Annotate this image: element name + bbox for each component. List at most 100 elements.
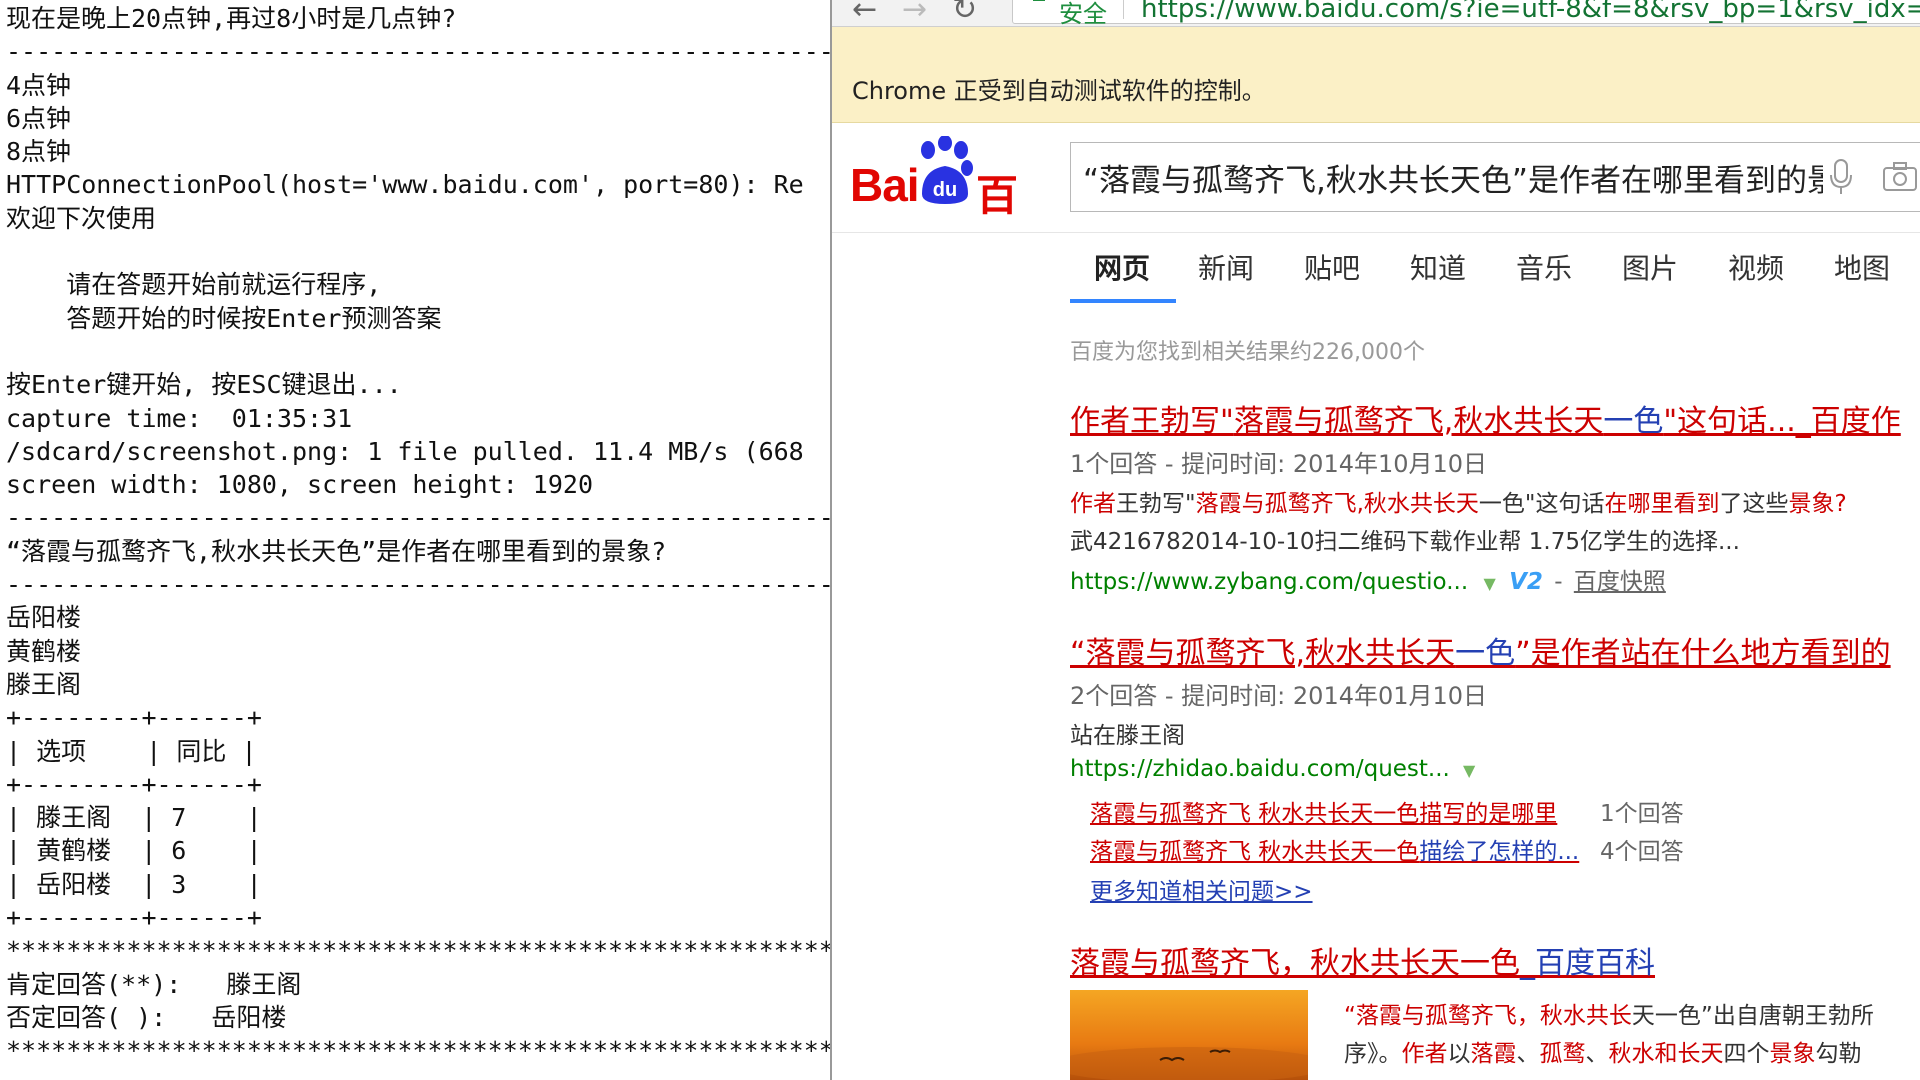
- secure-label: 安全: [1059, 0, 1107, 28]
- result-2-title-part: 一色: [1455, 636, 1516, 671]
- result-2-title-part: “落霞与孤鹜齐飞,秋水共长天: [1070, 636, 1456, 671]
- terminal-line: 6点钟: [6, 103, 72, 133]
- snippet-part: 作者: [1401, 1041, 1448, 1067]
- terminal-line: 请在答题开始前就运行程序,: [6, 270, 382, 300]
- snippet-part: 落霞与孤鹜齐飞,秋水共长天: [1195, 491, 1479, 517]
- tab-webpage[interactable]: 网页: [1094, 247, 1150, 287]
- snippet-part: 秋水共长: [1539, 1003, 1632, 1029]
- tab-zhidao[interactable]: 知道: [1410, 247, 1466, 287]
- result-2-snippet: 站在滕王阁: [1070, 723, 1185, 749]
- result-1-snippet-1: 作者王勃写"落霞与孤鹜齐飞,秋水共长天一色"这句话在哪里看到了这些景象?: [1070, 484, 1847, 518]
- terminal-line: | 选项 | 同比 |: [6, 736, 257, 766]
- terminal-line: ****************************************…: [6, 1036, 830, 1066]
- terminal-line: | 岳阳楼 | 3 |: [6, 869, 262, 899]
- baidu-header: Bai du 百度: [832, 124, 1920, 281]
- camera-icon[interactable]: [1883, 161, 1917, 191]
- more-zhidao-link[interactable]: 更多知道相关问题>>: [1090, 872, 1313, 906]
- related-question-1[interactable]: 落霞与孤鹜齐飞 秋水共长天一色描写的是哪里: [1090, 794, 1557, 828]
- result-1-meta: 1个回答 - 提问时间: 2014年10月10日: [1070, 450, 1488, 478]
- terminal-line: 现在是晚上20点钟,再过8小时是几点钟?: [6, 4, 457, 33]
- terminal-line: ----------------------------------------…: [6, 37, 832, 67]
- terminal-line: 否定回答( ): 岳阳楼: [6, 1002, 287, 1032]
- dropdown-arrow-icon[interactable]: ▼: [1463, 761, 1475, 780]
- terminal-line: “落霞与孤鹜齐飞,秋水共长天色”是作者在哪里看到的景象?: [6, 536, 667, 566]
- result-3-snippet-2: 序》。作者以落霞、孤鹜、秋水和长天四个景象勾勒: [1344, 1034, 1862, 1068]
- logo-bai-text: Bai: [850, 159, 920, 211]
- infobar-message: Chrome 正受到自动测试软件的控制。: [852, 77, 1266, 105]
- search-box[interactable]: [1070, 142, 1920, 212]
- browser-window: ← → ↻ 安全 https://www.baidu.com/s?ie=utf-…: [832, 0, 1920, 1080]
- result-1-snippet-2: 武4216782014-10-10扫二维码下载作业帮 1.75亿学生的选择...: [1070, 529, 1740, 555]
- terminal-line: screen width: 1080, screen height: 1920: [6, 470, 593, 500]
- browser-toolbar: ← → ↻ 安全 https://www.baidu.com/s?ie=utf-…: [832, 0, 1920, 28]
- related-question-2-part: 落霞与孤鹜齐飞 秋水共长天一色: [1090, 839, 1420, 865]
- snippet-part: 一色"这句话: [1478, 491, 1605, 517]
- baidu-logo[interactable]: Bai du 百度: [850, 136, 1052, 281]
- paw-icon: du: [921, 136, 973, 204]
- back-button[interactable]: ←: [852, 0, 877, 27]
- result-count: 百度为您找到相关结果约226,000个: [1070, 340, 1425, 365]
- terminal-line: 欢迎下次使用: [6, 203, 157, 233]
- result-1-url[interactable]: https://www.zybang.com/questio...: [1070, 569, 1468, 595]
- snapshot-link[interactable]: 百度快照: [1574, 569, 1666, 595]
- terminal-window[interactable]: 现在是晚上20点钟,再过8小时是几点钟? --------------------…: [0, 0, 832, 1080]
- result-1-url-row: https://www.zybang.com/questio... ▼ V2 -…: [1070, 562, 1666, 596]
- related-question-2-count: 4个回答: [1600, 839, 1684, 865]
- result-1-title-part: 一色: [1603, 404, 1664, 439]
- result-2-title[interactable]: “落霞与孤鹜齐飞,秋水共长天一色”是作者站在什么地方看到的: [1070, 628, 1891, 672]
- snippet-part: 以: [1447, 1041, 1471, 1067]
- terminal-line: ----------------------------------------…: [6, 570, 832, 600]
- terminal-line: | 黄鹤楼 | 6 |: [6, 836, 262, 866]
- terminal-line: 8点钟: [6, 137, 72, 167]
- microphone-icon[interactable]: [1829, 159, 1853, 195]
- tab-news[interactable]: 新闻: [1198, 247, 1254, 287]
- url-text[interactable]: https://www.baidu.com/s?ie=utf-8&f=8&rsv…: [1141, 0, 1920, 24]
- result-3-title-part: 落霞与孤鹜齐飞，秋水共长天一色: [1070, 946, 1520, 981]
- related-question-2[interactable]: 落霞与孤鹜齐飞 秋水共长天一色描绘了怎样的...: [1090, 832, 1579, 866]
- terminal-line: +--------+------+: [6, 903, 262, 933]
- dropdown-arrow-icon[interactable]: ▼: [1483, 574, 1495, 593]
- separator: -: [1554, 569, 1563, 595]
- result-3-thumbnail[interactable]: [1070, 990, 1308, 1080]
- snippet-part: 作者: [1070, 491, 1116, 517]
- snippet-part: 景象?: [1788, 491, 1847, 517]
- result-1-title[interactable]: 作者王勃写"落霞与孤鹜齐飞,秋水共长天一色"这句话..._百度作: [1070, 396, 1901, 440]
- terminal-line: 肯定回答(**): 滕王阁: [6, 969, 302, 999]
- result-1-title-part: "这句话..._百度作: [1663, 404, 1901, 439]
- snippet-part: 孤鹜: [1539, 1041, 1586, 1067]
- result-2-url[interactable]: https://zhidao.baidu.com/quest...: [1070, 756, 1450, 782]
- reload-button[interactable]: ↻: [952, 0, 977, 27]
- snippet-part: “落霞与孤鹜齐飞，: [1344, 1003, 1540, 1029]
- terminal-line: | 滕王阁 | 7 |: [6, 803, 262, 833]
- terminal-line: ****************************************…: [6, 936, 830, 966]
- search-tabs: 网页 新闻 贴吧 知道 音乐 图片 视频 地图: [832, 233, 1920, 303]
- snippet-part: 景象: [1769, 1041, 1816, 1067]
- result-3-title-part: _百度百科: [1520, 946, 1655, 981]
- tab-music[interactable]: 音乐: [1516, 247, 1572, 287]
- terminal-line: 4点钟: [6, 70, 72, 100]
- related-question-2-part: 描绘了怎样的...: [1419, 839, 1580, 865]
- terminal-line: 答题开始的时候按Enter预测答案: [6, 303, 442, 333]
- tab-images[interactable]: 图片: [1622, 247, 1678, 287]
- terminal-line: 岳阳楼: [6, 603, 82, 633]
- tab-tieba[interactable]: 贴吧: [1304, 247, 1360, 287]
- terminal-line: +--------+------+: [6, 769, 262, 799]
- snippet-part: 四个: [1723, 1041, 1770, 1067]
- tab-maps[interactable]: 地图: [1834, 247, 1890, 287]
- search-input[interactable]: [1083, 143, 1823, 211]
- terminal-line: ----------------------------------------…: [6, 503, 832, 533]
- terminal-line: +--------+------+: [6, 703, 262, 733]
- forward-button[interactable]: →: [902, 0, 927, 27]
- snippet-part: 、: [1516, 1041, 1540, 1067]
- result-3-snippet-1: “落霞与孤鹜齐飞，秋水共长天一色”出自唐朝王勃所: [1344, 996, 1874, 1030]
- snippet-part: 勾勒: [1815, 1041, 1862, 1067]
- result-1-title-part: 落霞与孤鹜齐飞,秋水共长天: [1233, 404, 1604, 439]
- tab-videos[interactable]: 视频: [1728, 247, 1784, 287]
- address-bar[interactable]: 安全 https://www.baidu.com/s?ie=utf-8&f=8&…: [1012, 0, 1920, 28]
- snippet-part: 了这些: [1719, 491, 1789, 517]
- result-1-title-part: 作者王勃写": [1070, 404, 1234, 439]
- result-2-title-part: ”是作者站在什么地方看到的: [1515, 636, 1891, 671]
- result-3-title[interactable]: 落霞与孤鹜齐飞，秋水共长天一色_百度百科: [1070, 938, 1655, 982]
